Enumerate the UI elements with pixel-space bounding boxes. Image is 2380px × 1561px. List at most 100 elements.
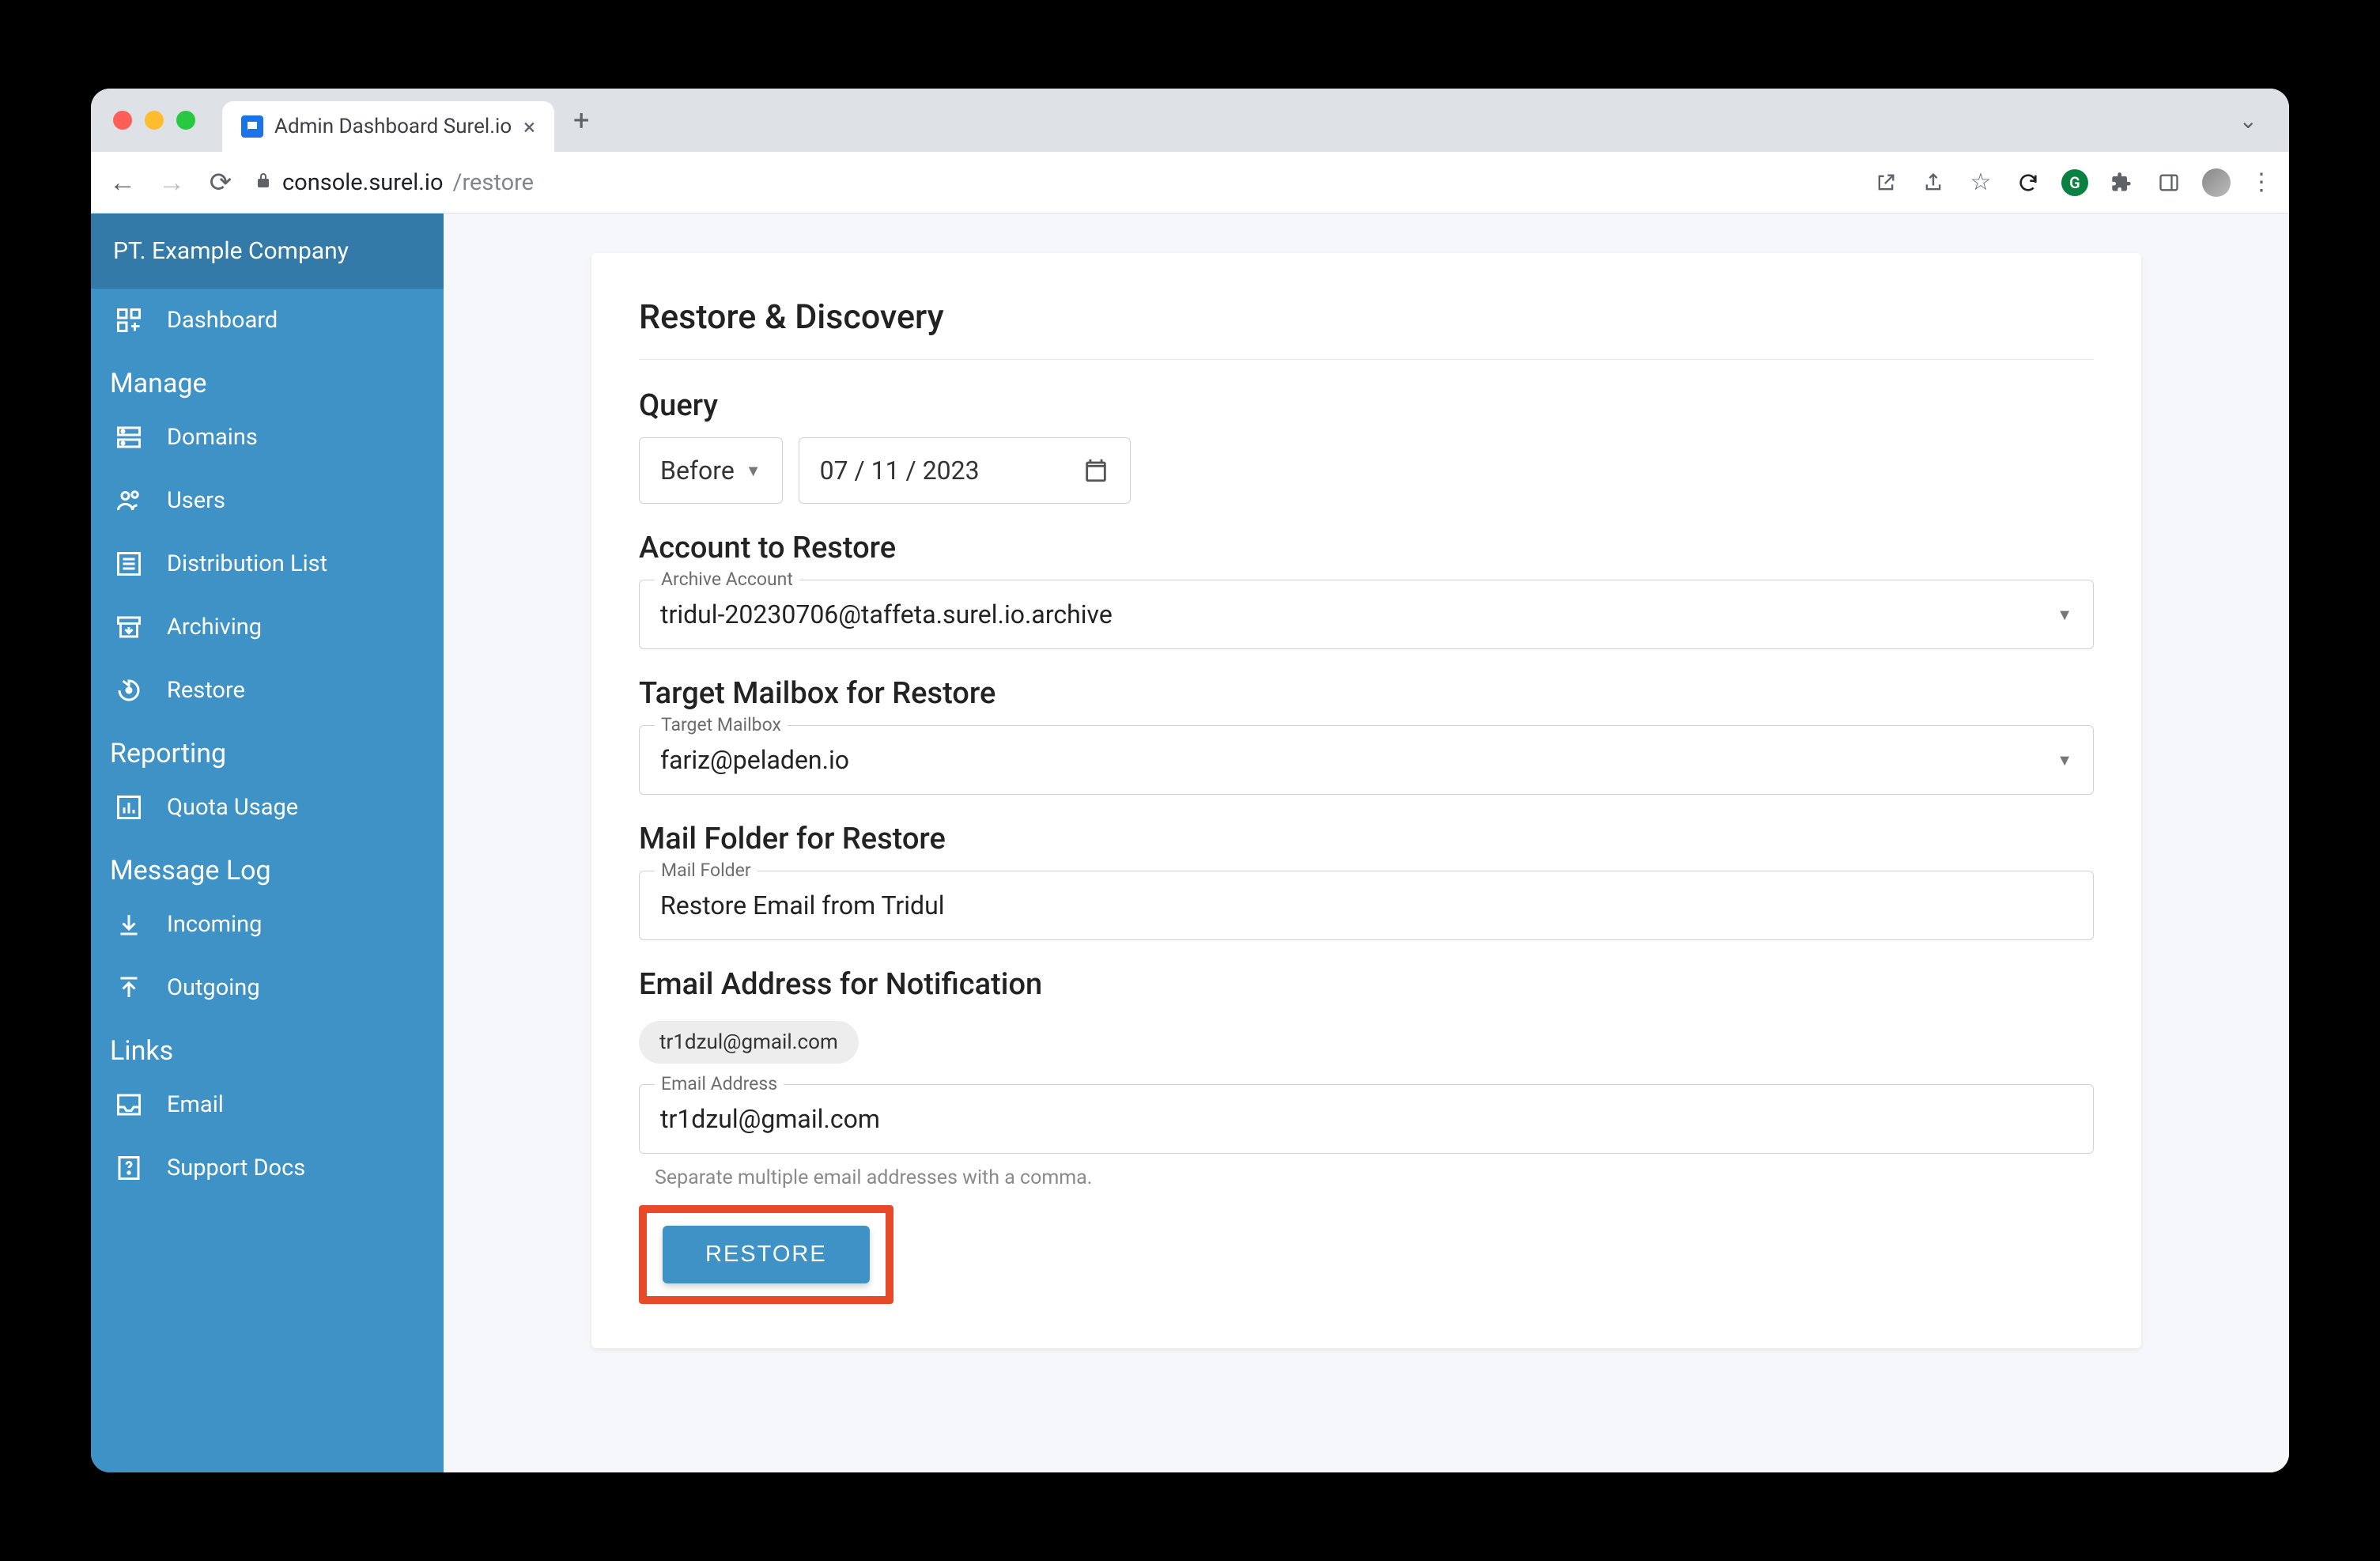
lock-icon xyxy=(254,169,273,196)
notif-email-value: tr1dzul@gmail.com xyxy=(660,1104,880,1134)
sidebar-item-label: Support Docs xyxy=(167,1155,305,1181)
tab-bar: Admin Dashboard Surel.io × + ⌄ xyxy=(91,89,2289,152)
sidebar-item-support[interactable]: Support Docs xyxy=(91,1136,444,1200)
email-chip[interactable]: tr1dzul@gmail.com xyxy=(639,1021,859,1064)
query-heading: Query xyxy=(639,388,2094,423)
archive-icon xyxy=(113,611,145,643)
sidebar-item-dashboard[interactable]: Dashboard xyxy=(91,289,444,352)
extensions-icon[interactable] xyxy=(2107,168,2136,197)
download-icon xyxy=(113,909,145,940)
close-window-icon[interactable] xyxy=(113,111,132,130)
target-mailbox-select[interactable]: fariz@peladen.io ▼ xyxy=(639,725,2094,795)
mail-folder-value: Restore Email from Tridul xyxy=(660,890,945,920)
target-field-label: Target Mailbox xyxy=(655,714,788,735)
sidebar-item-label: Dashboard xyxy=(167,307,278,334)
app-body: PT. Example Company Dashboard Manage Dom… xyxy=(91,214,2289,1472)
sidebar-section-reporting: Reporting xyxy=(91,722,444,776)
new-tab-button[interactable]: + xyxy=(565,104,597,137)
sidebar-section-manage: Manage xyxy=(91,352,444,406)
help-icon xyxy=(113,1152,145,1184)
sidebar-item-restore[interactable]: Restore xyxy=(91,659,444,722)
folder-heading: Mail Folder for Restore xyxy=(639,822,2094,856)
sidebar-item-label: Domains xyxy=(167,424,258,451)
calendar-icon xyxy=(1082,457,1109,484)
sync-icon[interactable] xyxy=(2014,168,2042,197)
url-path: /restore xyxy=(453,169,535,196)
sidebar-item-label: Quota Usage xyxy=(167,794,298,821)
back-button[interactable]: ← xyxy=(107,167,138,198)
query-date-value: 07 / 11 / 2023 xyxy=(820,455,980,486)
mail-folder-input[interactable]: Restore Email from Tridul xyxy=(639,871,2094,940)
forward-button[interactable]: → xyxy=(156,167,187,198)
sidebar-item-outgoing[interactable]: Outgoing xyxy=(91,956,444,1019)
chevron-down-icon: ▼ xyxy=(2057,605,2072,625)
maximize-window-icon[interactable] xyxy=(176,111,195,130)
query-mode-select[interactable]: Before ▼ xyxy=(639,437,783,504)
sidebar-item-incoming[interactable]: Incoming xyxy=(91,893,444,956)
sidebar-item-label: Email xyxy=(167,1091,224,1118)
address-bar: ← → ⟳ console.surel.io/restore ☆ G xyxy=(91,152,2289,214)
sidebar-item-label: Users xyxy=(167,487,225,514)
browser-menu-icon[interactable]: ⋮ xyxy=(2250,168,2273,196)
url-host: console.surel.io xyxy=(282,169,444,196)
minimize-window-icon[interactable] xyxy=(145,111,164,130)
restore-icon xyxy=(113,675,145,706)
open-external-icon[interactable] xyxy=(1872,168,1900,197)
sidebar-item-quota[interactable]: Quota Usage xyxy=(91,776,444,839)
target-mailbox-value: fariz@peladen.io xyxy=(660,745,849,775)
dashboard-icon xyxy=(113,304,145,336)
archive-account-select[interactable]: tridul-20230706@taffeta.surel.io.archive… xyxy=(639,580,2094,649)
notif-heading: Email Address for Notification xyxy=(639,967,2094,1002)
sidebar-item-archiving[interactable]: Archiving xyxy=(91,595,444,659)
tab-title: Admin Dashboard Surel.io xyxy=(274,115,512,138)
target-heading: Target Mailbox for Restore xyxy=(639,676,2094,711)
notif-email-input[interactable]: tr1dzul@gmail.com xyxy=(639,1084,2094,1154)
sidebar-item-label: Distribution List xyxy=(167,550,327,577)
chevron-down-icon: ▼ xyxy=(746,461,761,481)
sidebar-item-distribution-list[interactable]: Distribution List xyxy=(91,532,444,595)
browser-window: Admin Dashboard Surel.io × + ⌄ ← → ⟳ con… xyxy=(91,89,2289,1472)
domains-icon xyxy=(113,421,145,453)
sidebar-section-links: Links xyxy=(91,1019,444,1073)
chevron-down-icon: ▼ xyxy=(2057,750,2072,770)
page-title: Restore & Discovery xyxy=(639,297,2094,337)
folder-field-label: Mail Folder xyxy=(655,860,757,881)
users-icon xyxy=(113,485,145,516)
list-icon xyxy=(113,548,145,580)
org-name: PT. Example Company xyxy=(91,214,444,289)
url-display[interactable]: console.surel.io/restore xyxy=(254,169,534,196)
archive-account-value: tridul-20230706@taffeta.surel.io.archive xyxy=(660,599,1113,629)
query-date-input[interactable]: 07 / 11 / 2023 xyxy=(799,437,1131,504)
extension-badge-icon[interactable]: G xyxy=(2061,169,2088,196)
sidebar-item-email[interactable]: Email xyxy=(91,1073,444,1136)
account-heading: Account to Restore xyxy=(639,531,2094,565)
sidepanel-icon[interactable] xyxy=(2155,168,2183,197)
notif-hint: Separate multiple email addresses with a… xyxy=(655,1166,2094,1189)
profile-avatar[interactable] xyxy=(2202,168,2231,197)
content-area: Restore & Discovery Query Before ▼ 07 / … xyxy=(444,214,2289,1472)
notif-field-label: Email Address xyxy=(655,1073,784,1094)
inbox-icon xyxy=(113,1089,145,1121)
share-icon[interactable] xyxy=(1919,168,1947,197)
divider xyxy=(639,359,2094,360)
browser-tab[interactable]: Admin Dashboard Surel.io × xyxy=(222,101,554,152)
sidebar-item-domains[interactable]: Domains xyxy=(91,406,444,469)
query-mode-value: Before xyxy=(660,455,735,486)
tabs-overflow-icon[interactable]: ⌄ xyxy=(2239,108,2273,134)
upload-icon xyxy=(113,972,145,1004)
toolbar-right: ☆ G ⋮ xyxy=(1872,168,2273,197)
restore-button[interactable]: RESTORE xyxy=(663,1226,870,1283)
sidebar-item-label: Restore xyxy=(167,677,245,704)
reload-button[interactable]: ⟳ xyxy=(205,167,236,198)
tab-favicon-icon xyxy=(241,115,263,138)
restore-card: Restore & Discovery Query Before ▼ 07 / … xyxy=(591,253,2141,1348)
sidebar-item-users[interactable]: Users xyxy=(91,469,444,532)
close-tab-icon[interactable]: × xyxy=(523,114,535,140)
sidebar-item-label: Outgoing xyxy=(167,974,260,1001)
star-icon[interactable]: ☆ xyxy=(1966,168,1995,197)
restore-highlight: RESTORE xyxy=(639,1205,893,1304)
sidebar-item-label: Archiving xyxy=(167,614,262,641)
chart-icon xyxy=(113,792,145,823)
sidebar-item-label: Incoming xyxy=(167,911,262,938)
sidebar: PT. Example Company Dashboard Manage Dom… xyxy=(91,214,444,1472)
